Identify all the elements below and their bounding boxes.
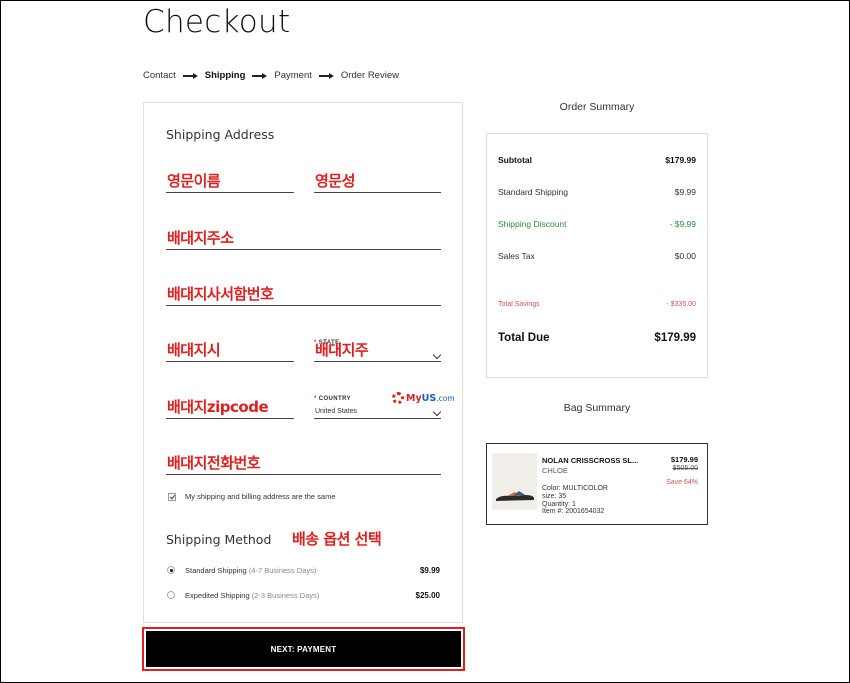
arrow-right-icon — [318, 72, 334, 80]
bag-item-save-badge: Save 64% — [666, 479, 698, 486]
bag-item-number: Item #: 2001654032 — [542, 508, 605, 515]
shipping-address-title: Shipping Address — [166, 127, 275, 142]
bag-item-brand: CHLOE — [542, 466, 568, 475]
chevron-down-icon — [432, 407, 442, 417]
total-due-row: Total Due $179.99 — [498, 332, 696, 344]
page-title: Checkout — [143, 4, 291, 40]
sandal-image — [496, 491, 534, 501]
discount-row: Shipping Discount - $9.99 — [498, 219, 696, 229]
product-image — [492, 453, 537, 510]
tax-row: Sales Tax $0.00 — [498, 251, 696, 261]
bag-item-quantity: Quantity: 1 — [542, 501, 576, 508]
shipping-panel: Shipping Address 영문이름 영문성 배대지주소 배대지사서함번호… — [143, 102, 463, 623]
zip-value: 배대지zipcode — [167, 398, 269, 416]
apt-value: 배대지사서함번호 — [167, 285, 274, 303]
same-billing-label: My shipping and billing address are the … — [185, 492, 336, 501]
breadcrumb-order-review: Order Review — [340, 70, 399, 81]
bag-item-name[interactable]: NOLAN CRISSCROSS SL... — [542, 456, 638, 465]
breadcrumb-payment: Payment — [274, 70, 312, 81]
standard-shipping-radio[interactable] — [167, 566, 175, 574]
order-summary-title: Order Summary — [559, 101, 635, 113]
phone-value: 배대지전화번호 — [167, 454, 261, 472]
expedited-shipping-radio[interactable] — [167, 591, 175, 599]
country-select[interactable]: United States — [314, 400, 442, 419]
standard-shipping-price: $9.99 — [419, 566, 440, 575]
bag-summary-title: Bag Summary — [563, 402, 631, 414]
bag-item-size: size: 35 — [542, 493, 567, 500]
arrow-right-icon — [252, 72, 268, 80]
bag-item-color: Color: MULTICOLOR — [542, 485, 608, 492]
address-value: 배대지주소 — [167, 229, 234, 247]
bag-item-card: NOLAN CRISSCROSS SL... CHLOE Color: MULT… — [486, 443, 708, 525]
breadcrumb-shipping: Shipping — [204, 70, 246, 81]
last-name-value: 영문성 — [315, 172, 355, 190]
state-value: 배대지주 — [315, 341, 369, 359]
first-name-field[interactable]: 영문이름 — [166, 172, 294, 193]
chevron-down-icon — [432, 350, 442, 360]
expedited-shipping-price: $25.00 — [415, 591, 440, 600]
shipping-row: Standard Shipping $9.99 — [498, 187, 696, 197]
expedited-shipping-label: Expedited Shipping (2-3 Business Days) — [185, 591, 320, 600]
subtotal-row: Subtotal $179.99 — [498, 155, 696, 165]
arrow-right-icon — [182, 72, 198, 80]
zip-field[interactable]: 배대지zipcode — [166, 398, 294, 419]
phone-field[interactable]: 배대지전화번호 — [166, 454, 441, 475]
next-button-highlight: NEXT: PAYMENT — [142, 627, 465, 671]
state-select[interactable]: 배대지주 — [314, 341, 442, 362]
apt-field[interactable]: 배대지사서함번호 — [166, 285, 441, 306]
savings-row: Total Savings - $335.00 — [498, 301, 696, 308]
shipping-option-annotation: 배송 옵션 선택 — [292, 530, 382, 548]
city-field[interactable]: 배대지시 — [166, 341, 294, 362]
same-billing-checkbox[interactable] — [168, 493, 176, 501]
country-value: United States — [315, 408, 358, 415]
last-name-field[interactable]: 영문성 — [314, 172, 441, 193]
first-name-value: 영문이름 — [167, 172, 221, 190]
next-payment-button[interactable]: NEXT: PAYMENT — [146, 631, 461, 667]
standard-shipping-label: Standard Shipping (4-7 Business Days) — [185, 566, 317, 575]
breadcrumb: Contact Shipping Payment Order Review — [143, 70, 399, 81]
bag-item-original-price: $505.00 — [672, 465, 698, 472]
breadcrumb-contact[interactable]: Contact — [143, 70, 176, 81]
order-summary-box: Subtotal $179.99 Standard Shipping $9.99 S… — [486, 133, 708, 378]
address-field[interactable]: 배대지주소 — [166, 229, 441, 250]
city-value: 배대지시 — [167, 341, 221, 359]
shipping-method-title: Shipping Method — [166, 532, 272, 547]
bag-item-price: $179.99 — [670, 455, 698, 464]
